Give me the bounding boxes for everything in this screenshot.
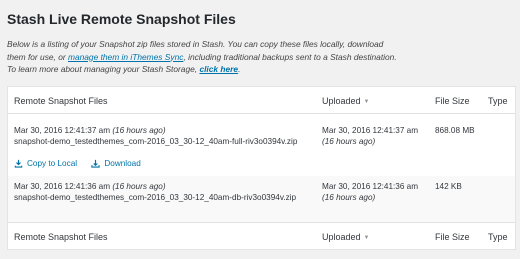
description-text-5: . (238, 64, 241, 74)
description-text-4: To learn more about managing your Stash … (7, 64, 200, 74)
description-text-1: Below is a listing of your Snapshot zip … (7, 39, 384, 49)
column-header-uploaded-label: Uploaded (322, 96, 361, 106)
file-name: snapshot-demo_testedthemes_com-2016_03_3… (14, 193, 297, 202)
file-date-ago: (16 hours ago) (112, 182, 166, 191)
uploaded-ago: (16 hours ago) (322, 137, 376, 146)
download-icon (91, 159, 101, 168)
row-actions: Copy to Local Download (14, 159, 153, 170)
sort-arrow-icon: ▼ (363, 235, 370, 241)
uploaded-date: Mar 30, 2016 12:41:37 am (322, 126, 419, 135)
table-footer: Remote Snapshot Files Uploaded ▼ File Siz… (8, 222, 515, 249)
uploaded-ago: (16 hours ago) (322, 193, 376, 202)
page-title: Stash Live Remote Snapshot Files (7, 11, 236, 27)
column-footer-size: File Size (435, 232, 470, 242)
table-header: Remote Snapshot Files Uploaded ▼ File Siz… (8, 87, 515, 114)
column-footer-file: Remote Snapshot Files (14, 232, 108, 242)
file-date: Mar 30, 2016 12:41:37 am (16 hours ago) (14, 126, 166, 135)
file-size: 868.08 MB (435, 126, 475, 135)
copy-to-local-label: Copy to Local (27, 159, 78, 168)
copy-to-local-link[interactable]: Copy to Local (14, 159, 77, 168)
column-header-uploaded[interactable]: Uploaded ▼ (322, 96, 369, 106)
description-text-2: them for use, or (7, 51, 68, 62)
copy-icon (14, 159, 23, 168)
file-date-value: Mar 30, 2016 12:41:37 am (14, 126, 111, 135)
page-description: Below is a listing of your Snapshot zip … (7, 38, 507, 76)
table-row: Mar 30, 2016 12:41:37 am (16 hours ago) … (8, 114, 515, 176)
column-footer-type: Type (488, 232, 508, 242)
description-text-3: , including traditional backups sent to … (183, 51, 397, 62)
file-name: snapshot-demo_testedthemes_com-2016_03_3… (14, 137, 298, 146)
download-label: Download (104, 159, 141, 168)
file-date: Mar 30, 2016 12:41:36 am (16 hours ago) (14, 182, 166, 191)
file-date-ago: (16 hours ago) (112, 126, 166, 135)
uploaded-date: Mar 30, 2016 12:41:36 am (322, 182, 419, 191)
column-header-type: Type (488, 96, 508, 106)
file-size: 142 KB (435, 182, 462, 191)
download-link[interactable]: Download (91, 159, 141, 168)
file-date-value: Mar 30, 2016 12:41:36 am (14, 182, 111, 191)
snapshot-files-table: Remote Snapshot Files Uploaded ▼ File Siz… (7, 86, 516, 250)
manage-in-ithemes-sync-link[interactable]: manage them in iThemes Sync (68, 52, 183, 62)
click-here-link[interactable]: click here (199, 64, 238, 74)
table-row: Mar 30, 2016 12:41:36 am (16 hours ago) … (8, 176, 515, 222)
sort-arrow-icon: ▼ (363, 99, 370, 105)
column-header-size: File Size (435, 96, 470, 106)
column-header-file: Remote Snapshot Files (14, 96, 108, 106)
column-footer-uploaded[interactable]: Uploaded ▼ (322, 232, 369, 242)
column-footer-uploaded-label: Uploaded (322, 232, 361, 242)
